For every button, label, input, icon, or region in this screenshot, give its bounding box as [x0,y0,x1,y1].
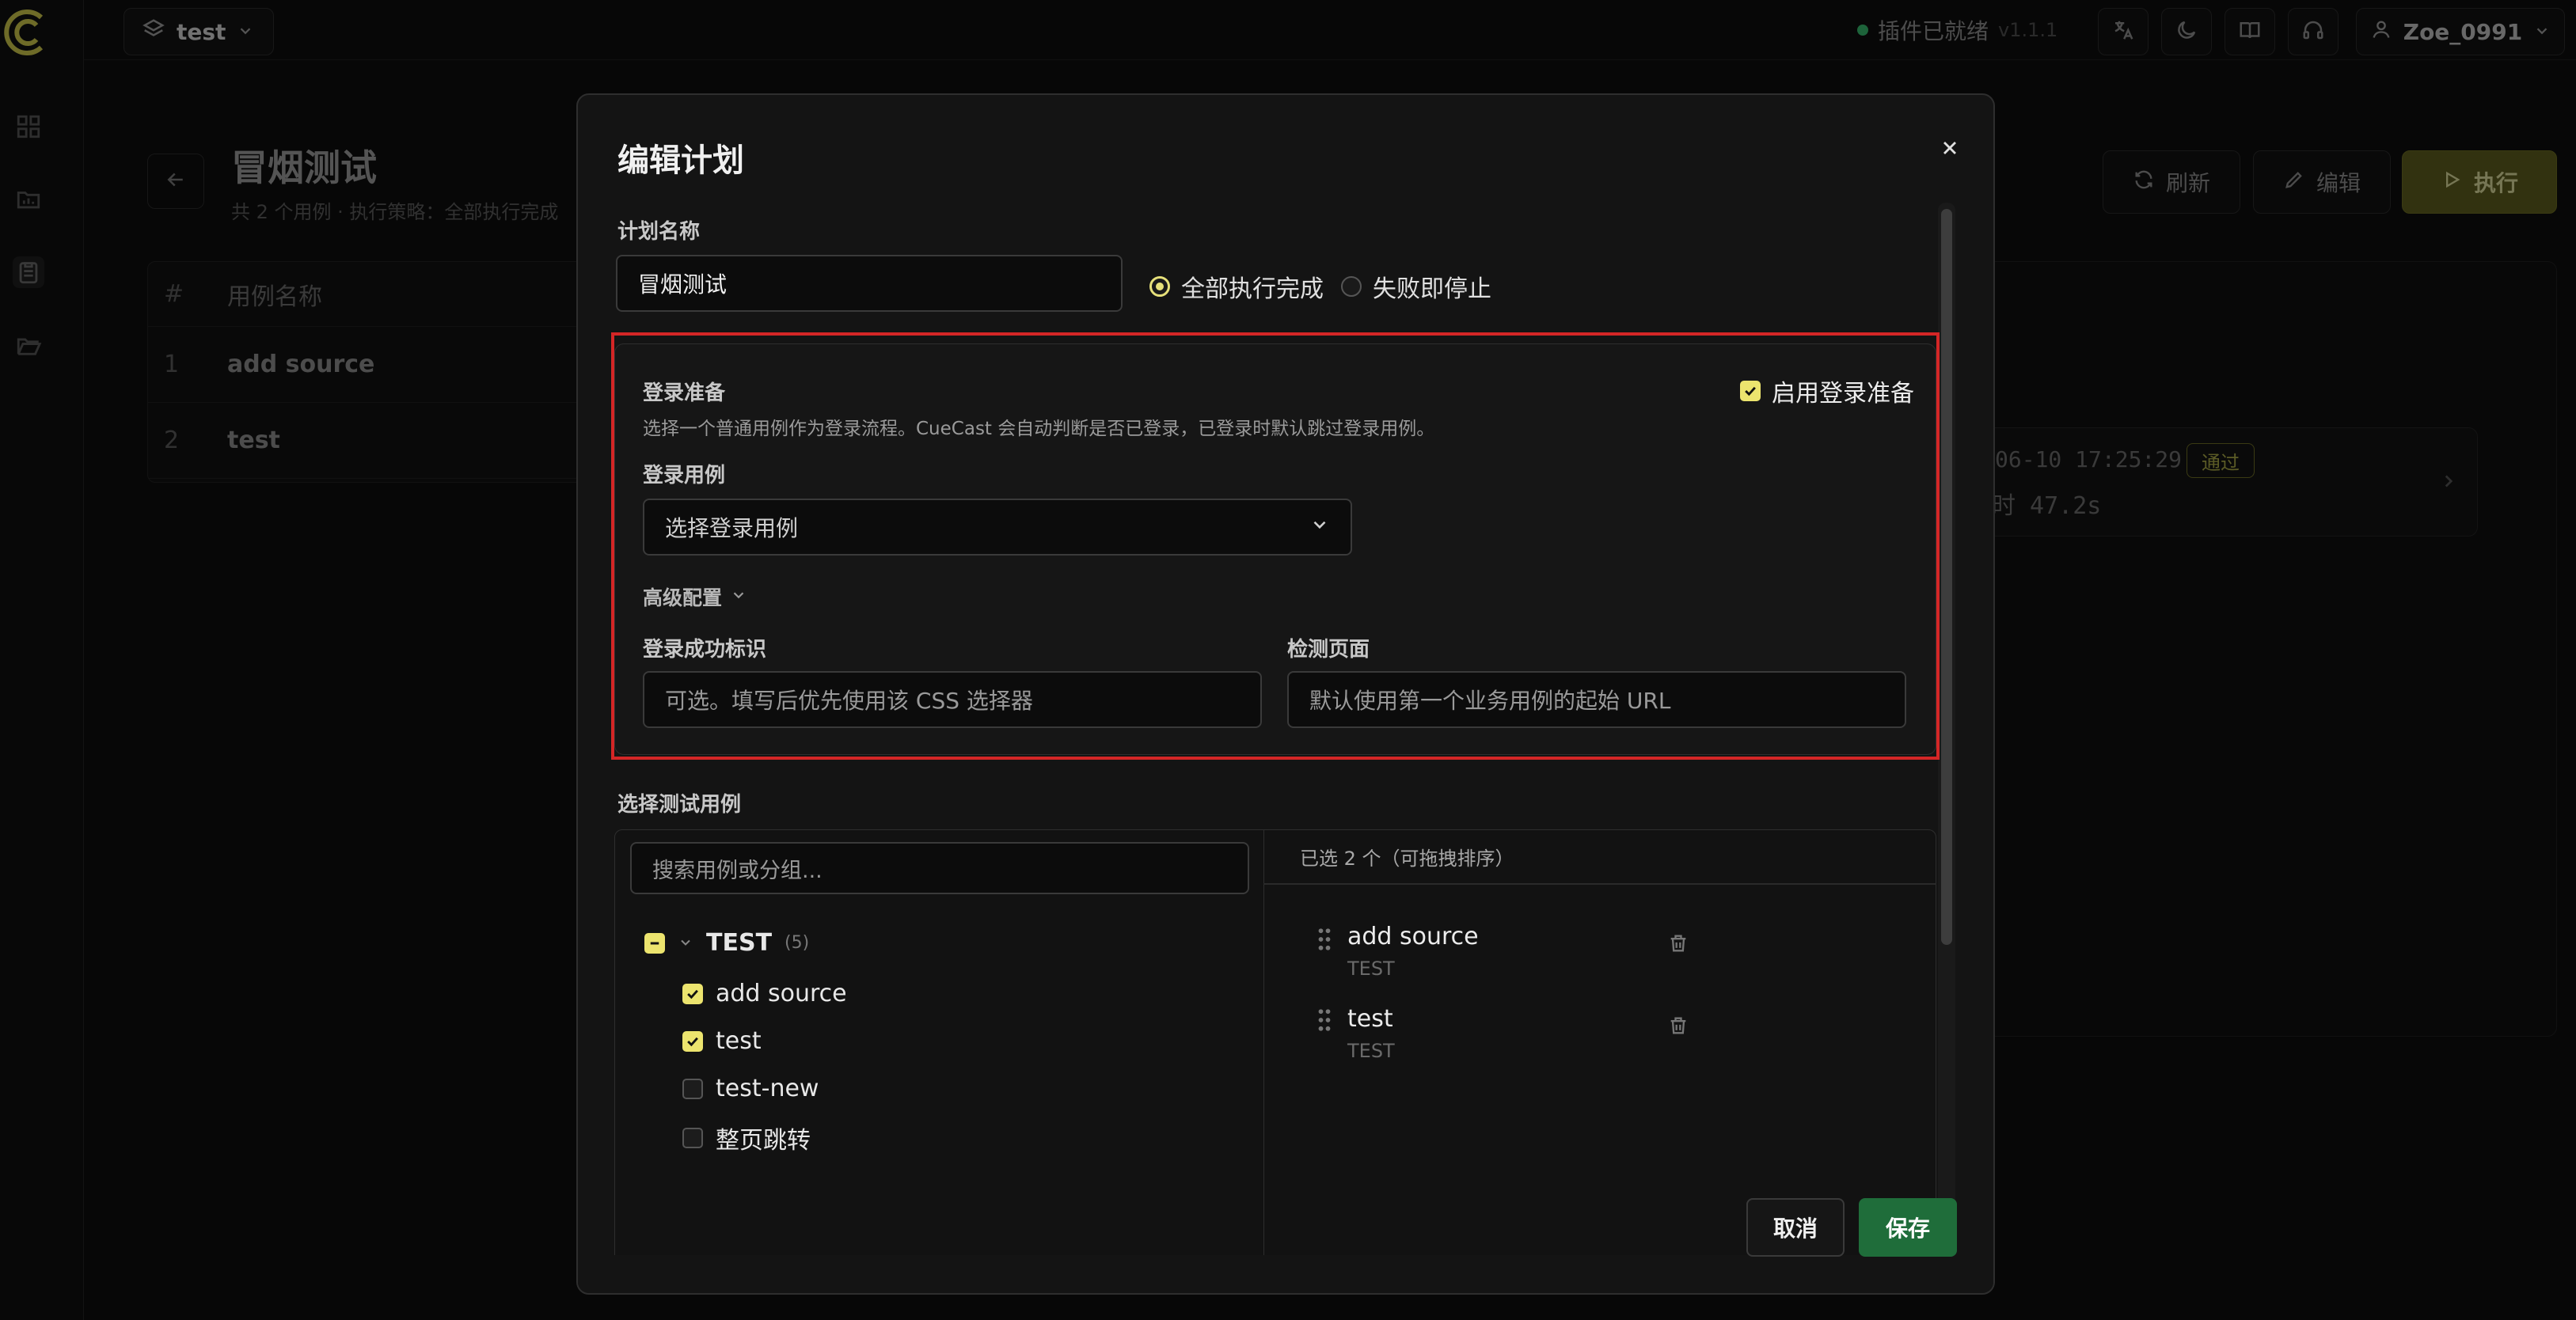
chevron-down-icon [730,586,747,609]
save-button[interactable]: 保存 [1859,1198,1957,1257]
plan-name-input[interactable]: 冒烟测试 [616,255,1123,312]
login-description: 选择一个普通用例作为登录流程。CueCast 会自动判断是否已登录，已登录时默认… [643,419,1435,439]
case-item[interactable]: 整页跳转 [682,1121,811,1155]
plan-name-label: 计划名称 [617,220,701,244]
case-search-input[interactable]: 搜索用例或分组... [630,842,1249,894]
login-case-placeholder: 选择登录用例 [665,515,799,541]
strategy-option-label: 全部执行完成 [1181,275,1324,303]
selected-item-name: add source [1347,923,1479,950]
strategy-option-label: 失败即停止 [1373,275,1491,303]
enable-login-toggle[interactable]: 启用登录准备 [1740,374,1914,408]
strategy-option-stop[interactable]: 失败即停止 [1341,269,1491,304]
strategy-option-all[interactable]: 全部执行完成 [1149,269,1324,304]
cases-section-title: 选择测试用例 [617,793,742,817]
login-case-select[interactable]: 选择登录用例 [643,499,1352,556]
case-item[interactable]: test [682,1027,762,1055]
advanced-config-toggle[interactable]: 高级配置 [643,582,747,611]
dialog-title: 编辑计划 [617,142,744,179]
case-picker-divider [1263,829,1264,1293]
scrollbar-thumb[interactable] [1941,209,1952,945]
checkbox-checked-icon [1740,381,1761,401]
login-section-title: 登录准备 [643,381,726,405]
selected-item[interactable]: test TEST [1314,986,1916,1065]
radio-unselected-icon [1341,276,1362,297]
case-name: add source [716,980,847,1007]
check-page-input[interactable]: 默认使用第一个业务用例的起始 URL [1287,671,1906,728]
cancel-button[interactable]: 取消 [1746,1198,1845,1257]
selected-header: 已选 2 个（可拖拽排序） [1263,829,1936,885]
checkbox-checked-icon [682,1030,703,1052]
chevron-down-icon[interactable] [678,929,693,957]
tree-group-test[interactable]: TEST (5) [644,929,809,957]
selected-item-name: test [1347,1005,1393,1033]
drag-handle-icon[interactable] [1317,926,1332,956]
enable-login-label: 启用登录准备 [1772,380,1914,408]
case-name: 整页跳转 [716,1127,811,1155]
selected-item-group: TEST [1347,958,1395,980]
close-button[interactable] [1930,130,1970,169]
login-case-label: 登录用例 [643,464,726,487]
case-item[interactable]: add source [682,980,847,1007]
selected-item[interactable]: add source TEST [1314,905,1916,984]
checkbox-empty-icon [682,1128,703,1148]
edit-plan-dialog: 编辑计划 计划名称 冒烟测试 全部执行完成 失败即停止 登录准备 启用登录准备 … [576,93,1995,1295]
case-name: test [716,1027,762,1055]
checkbox-partial-icon [644,932,665,954]
check-page-label: 检测页面 [1287,638,1370,662]
dialog-footer-bg [578,1255,1993,1293]
chevron-down-icon [1309,514,1330,541]
group-count: (5) [785,933,810,953]
group-name: TEST [706,929,773,957]
success-marker-input[interactable]: 可选。填写后优先使用该 CSS 选择器 [643,671,1262,728]
checkbox-empty-icon [682,1078,703,1099]
close-icon [1939,137,1961,162]
advanced-config-label: 高级配置 [643,586,723,609]
case-item[interactable]: test-new [682,1075,819,1102]
drag-handle-icon[interactable] [1317,1007,1332,1037]
radio-selected-icon [1149,276,1170,297]
selected-item-group: TEST [1347,1040,1395,1062]
checkbox-checked-icon [682,983,703,1004]
trash-icon[interactable] [1667,1015,1689,1040]
success-marker-label: 登录成功标识 [643,638,767,662]
trash-icon[interactable] [1667,932,1689,958]
case-name: test-new [716,1075,819,1102]
